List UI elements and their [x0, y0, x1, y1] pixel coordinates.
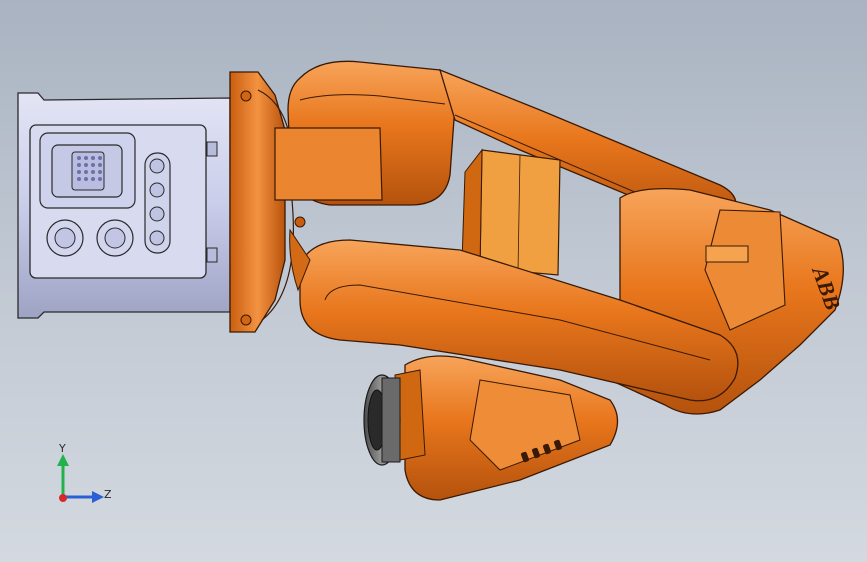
- robot-model[interactable]: ABB: [17, 60, 846, 501]
- x-axis-origin: [59, 494, 67, 502]
- round-connector-left: [46, 219, 84, 257]
- z-axis-label: Z: [104, 488, 112, 501]
- orientation-triad[interactable]: Y Z: [57, 442, 112, 503]
- connector-plug: [51, 144, 123, 198]
- y-axis-head: [57, 454, 69, 466]
- y-axis-label: Y: [58, 442, 66, 455]
- tool-flange[interactable]: [363, 374, 401, 466]
- base-motor-housing[interactable]: [17, 92, 231, 319]
- base-flange[interactable]: [229, 71, 294, 333]
- round-connector-right: [96, 219, 134, 257]
- wrist-housing[interactable]: [394, 355, 619, 501]
- graphics-viewport[interactable]: ABB Y Z: [0, 0, 867, 562]
- z-axis-head: [92, 491, 104, 503]
- lower-arm[interactable]: [274, 60, 457, 228]
